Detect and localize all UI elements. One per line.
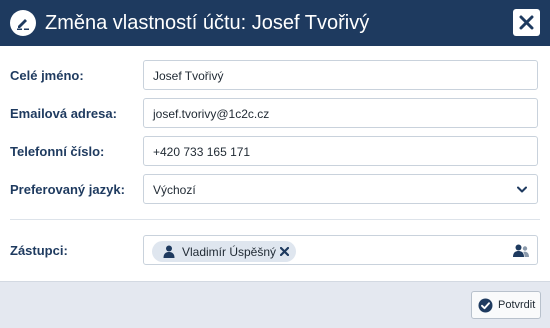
close-icon — [519, 15, 534, 30]
email-row: Emailová adresa: josef.tvorivy@1c2c.cz — [0, 98, 550, 130]
deputies-input[interactable]: Vladimír Úspěšný — [143, 235, 538, 265]
check-circle-icon — [478, 298, 493, 313]
confirm-button[interactable]: Potvrdit — [471, 291, 541, 319]
dialog-title: Změna vlastností účtu: Josef Tvořivý — [45, 12, 370, 34]
language-row: Preferovaný jazyk: Výchozí — [0, 174, 550, 206]
close-button[interactable] — [513, 9, 540, 36]
deputies-row: Zástupci: Vladimír Úspěšný — [0, 235, 550, 267]
email-input[interactable]: josef.tvorivy@1c2c.cz — [143, 98, 538, 128]
dialog-footer: Potvrdit — [0, 281, 550, 328]
email-label: Emailová adresa: — [10, 106, 117, 121]
user-icon — [163, 245, 175, 258]
dialog-titlebar: Změna vlastností účtu: Josef Tvořivý — [0, 0, 550, 46]
email-value: josef.tvorivy@1c2c.cz — [153, 107, 270, 121]
full-name-row: Celé jméno: Josef Tvořivý — [0, 60, 550, 92]
phone-value: +420 733 165 171 — [153, 145, 251, 159]
chevron-down-icon — [517, 186, 527, 193]
phone-label: Telefonní číslo: — [10, 144, 105, 159]
phone-row: Telefonní číslo: +420 733 165 171 — [0, 136, 550, 168]
phone-input[interactable]: +420 733 165 171 — [143, 136, 538, 166]
full-name-input[interactable]: Josef Tvořivý — [143, 60, 538, 90]
confirm-label: Potvrdit — [498, 299, 536, 311]
remove-chip-icon[interactable] — [280, 247, 289, 256]
users-icon[interactable] — [513, 244, 529, 257]
deputies-label: Zástupci: — [10, 243, 68, 258]
language-select[interactable]: Výchozí — [143, 174, 538, 204]
full-name-value: Josef Tvořivý — [153, 69, 224, 83]
edit-icon — [10, 10, 36, 36]
language-value: Výchozí — [153, 183, 196, 197]
form-divider — [10, 219, 540, 220]
full-name-label: Celé jméno: — [10, 68, 84, 83]
deputy-chip: Vladimír Úspěšný — [152, 241, 296, 262]
language-label: Preferovaný jazyk: — [10, 182, 125, 197]
deputy-chip-label: Vladimír Úspěšný — [182, 245, 277, 259]
